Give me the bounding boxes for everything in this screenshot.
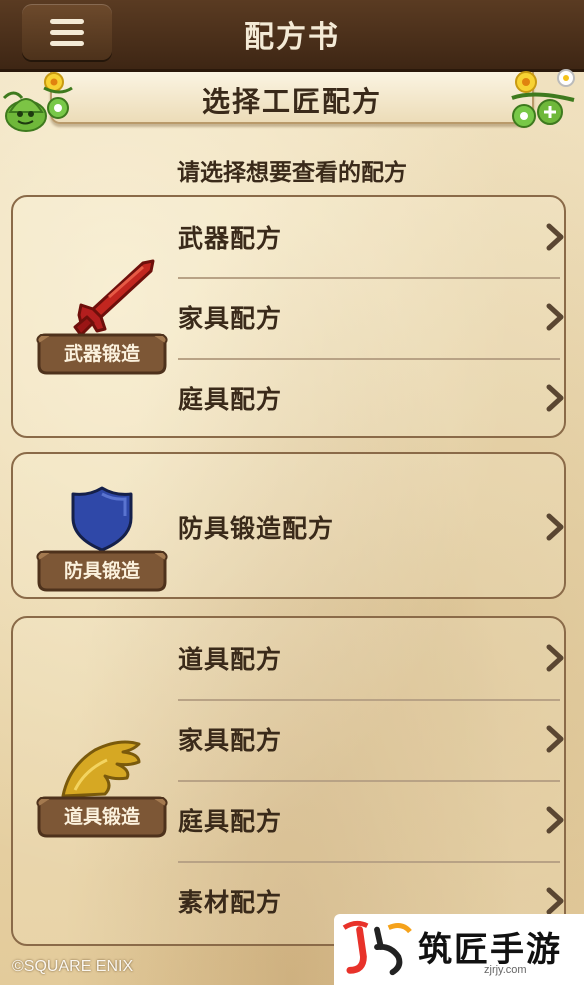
recipe-item-label: 武器配方 [178,224,283,253]
chevron-right-icon [546,513,564,541]
chevron-right-icon [546,384,564,412]
recipe-item-tool[interactable]: 道具配方 [178,618,564,698]
section-title: 选择工匠配方 [201,85,382,118]
recipe-item-label: 庭具配方 [178,807,283,836]
copyright-text: ©SQUARE ENIX [12,958,134,975]
armor-forging-emblem: 防具锻造 [35,484,169,596]
chevron-right-icon [546,303,564,331]
watermark-overlay: 筑匠手游 zjrjy.com [334,914,584,985]
recipe-item-garden[interactable]: 庭具配方 [178,780,564,860]
recipe-item-armor[interactable]: 防具锻造配方 [178,487,564,567]
shield-icon [71,486,133,552]
category-label: 防具锻造 [63,560,140,582]
recipe-item-label: 防具锻造配方 [178,514,335,543]
weapon-forging-card: 武器锻造 武器配方 家具配方 庭具配方 [11,195,566,438]
armor-forging-card: 防具锻造 防具锻造配方 [11,452,566,599]
watermark-url: zjrjy.com [484,964,527,976]
instruction-text: 请选择想要查看的配方 [177,160,407,186]
recipe-item-label: 家具配方 [178,726,283,755]
recipe-item-label: 素材配方 [178,888,283,917]
section-banner: 选择工匠配方 [50,72,534,124]
flower-decoration-icon [511,69,575,128]
page-title: 配方书 [244,20,340,55]
category-label: 道具锻造 [63,806,140,828]
recipe-item-label: 家具配方 [178,304,283,333]
slime-flower-decoration-icon [2,72,73,132]
chevron-right-icon [546,223,564,251]
watermark-logo-icon [342,920,412,976]
recipe-item-furniture[interactable]: 家具配方 [178,699,564,779]
recipe-item-furniture[interactable]: 家具配方 [178,277,564,357]
recipe-item-label: 道具配方 [178,645,283,674]
weapon-forging-emblem: 武器锻造 [35,257,169,377]
wing-icon [61,740,141,798]
recipe-item-garden[interactable]: 庭具配方 [178,358,564,438]
category-label: 武器锻造 [63,343,140,365]
recipe-item-weapon[interactable]: 武器配方 [178,197,564,277]
top-bar: 配方书 [0,0,584,72]
chevron-right-icon [546,887,564,915]
recipe-item-label: 庭具配方 [178,385,283,414]
item-forging-emblem: 道具锻造 [35,736,169,846]
chevron-right-icon [546,806,564,834]
chevron-right-icon [546,644,564,672]
item-forging-card: 道具锻造 道具配方 家具配方 庭具配方 素材配方 [11,616,566,946]
chevron-right-icon [546,725,564,753]
